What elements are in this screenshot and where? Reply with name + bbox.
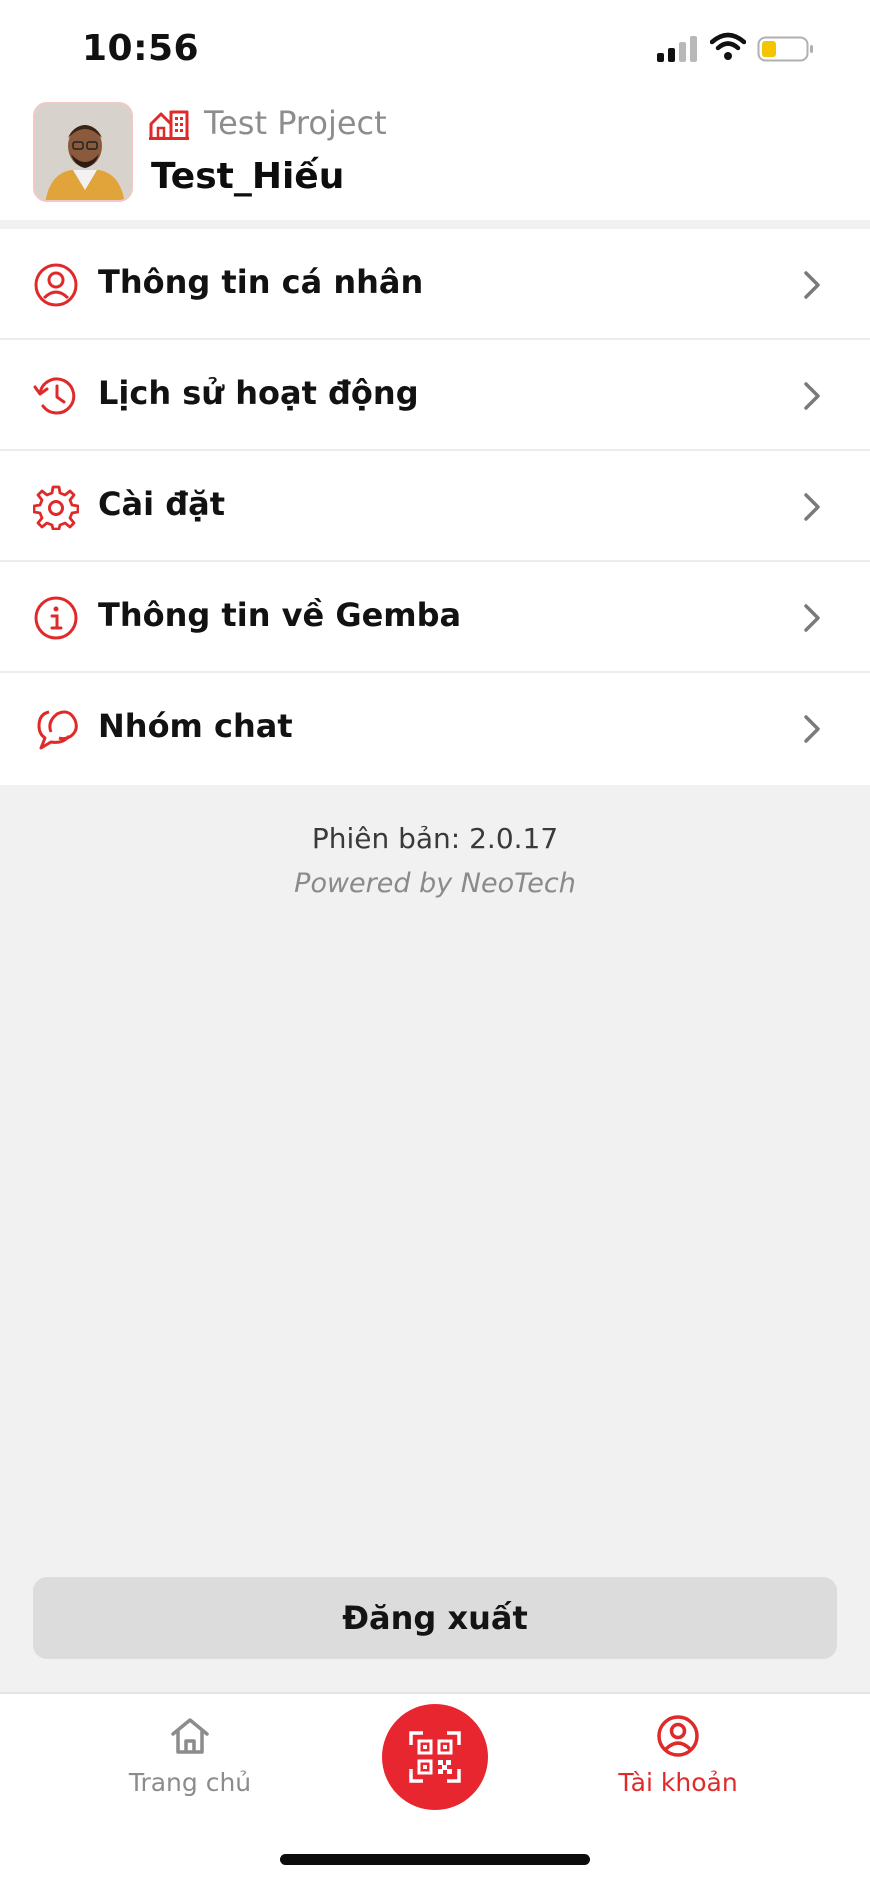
app-version: Phiên bản: 2.0.17: [311, 822, 559, 855]
menu-item-activity-history[interactable]: Lịch sử hoạt động: [0, 340, 870, 451]
menu-label: Thông tin cá nhân: [98, 263, 424, 301]
menu-item-personal-info[interactable]: Thông tin cá nhân: [0, 229, 870, 340]
user-circle-icon: [34, 263, 78, 307]
battery-icon: [757, 36, 813, 62]
info-icon: [34, 596, 78, 640]
status-time: 10:56: [82, 28, 200, 69]
avatar-photo: [35, 104, 131, 200]
status-bar: 10:56: [0, 0, 870, 100]
chevron-right-icon: [804, 715, 820, 743]
menu-label: Nhóm chat: [98, 707, 293, 745]
building-icon: [149, 110, 189, 140]
menu-item-settings[interactable]: Cài đặt: [0, 451, 870, 562]
project-name: Test Project: [204, 104, 387, 142]
tab-account[interactable]: Tài khoản: [578, 1714, 778, 1797]
wifi-icon: [710, 32, 746, 60]
tab-account-label: Tài khoản: [618, 1768, 738, 1797]
profile-header: Test Project Test_Hiếu: [0, 100, 870, 220]
menu-label: Thông tin về Gemba: [98, 596, 462, 634]
tab-home-label: Trang chủ: [128, 1768, 252, 1797]
powered-by: Powered by NeoTech: [294, 868, 576, 899]
gear-icon: [33, 485, 79, 530]
home-icon: [171, 1718, 209, 1754]
user-name: Test_Hiếu: [151, 156, 345, 197]
history-icon: [33, 377, 76, 415]
chevron-right-icon: [804, 271, 820, 299]
user-circle-icon: [657, 1715, 699, 1757]
menu-label: Lịch sử hoạt động: [98, 374, 419, 412]
chat-bubbles-icon: [37, 710, 78, 750]
chevron-right-icon: [804, 493, 820, 521]
qr-scan-button[interactable]: [382, 1704, 488, 1810]
chevron-right-icon: [804, 604, 820, 632]
tab-home[interactable]: Trang chủ: [90, 1714, 290, 1797]
signal-icon: [657, 36, 697, 62]
chevron-right-icon: [804, 382, 820, 410]
qr-scan-icon: [409, 1731, 461, 1783]
menu-item-chat-group[interactable]: Nhóm chat: [0, 673, 870, 785]
avatar[interactable]: [33, 102, 133, 202]
home-indicator: [280, 1854, 590, 1865]
account-menu: Thông tin cá nhân Lịch sử hoạt động Cài …: [0, 229, 870, 785]
menu-label: Cài đặt: [98, 485, 225, 523]
logout-button[interactable]: Đăng xuất: [33, 1577, 837, 1659]
menu-item-about-gemba[interactable]: Thông tin về Gemba: [0, 562, 870, 673]
